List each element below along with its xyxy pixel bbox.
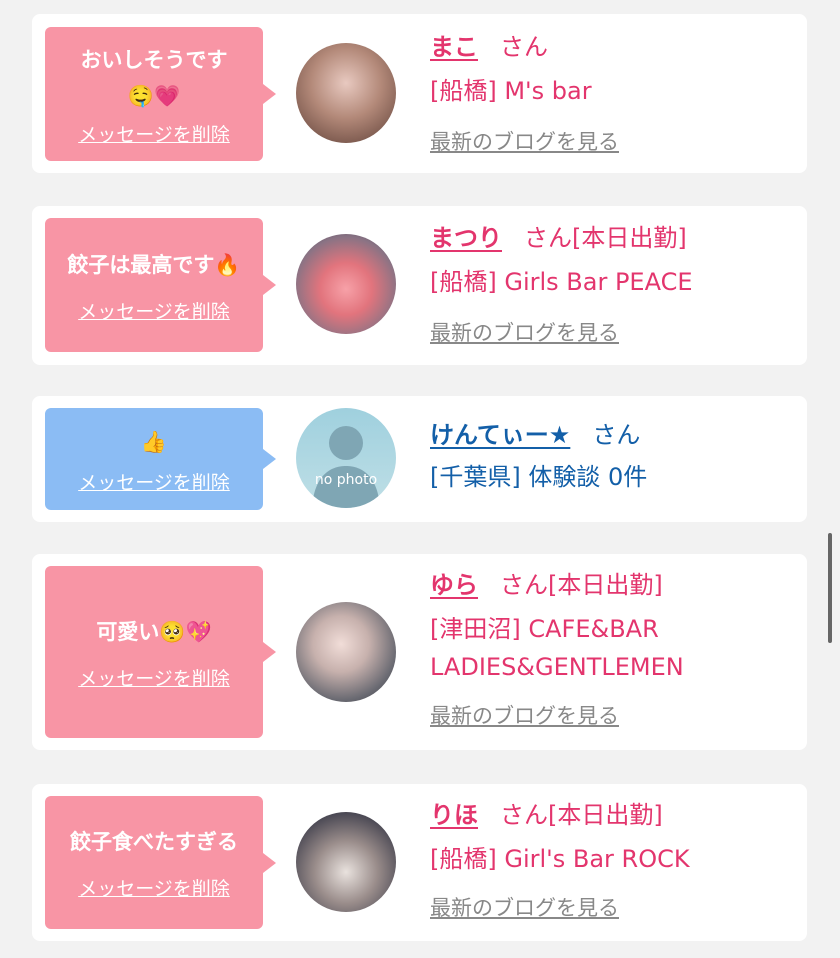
shop-label: [津田沼] CAFE&BAR LADIES&GENTLEMEN [430, 615, 684, 681]
latest-blog-link[interactable]: 最新のブログを見る [430, 700, 797, 730]
latest-blog-link[interactable]: 最新のブログを見る [430, 892, 797, 922]
avatar[interactable] [296, 43, 396, 143]
message-text: 餃子は最高です🔥 [67, 252, 241, 277]
user-name-link[interactable]: りほ [430, 801, 478, 829]
user-name-link[interactable]: けんてぃー★ [430, 421, 570, 449]
message-bubble: 可愛い🥺💖 メッセージを削除 [45, 566, 276, 738]
latest-blog-link[interactable]: 最新のブログを見る [430, 317, 797, 347]
user-info: りほ さん[本日出勤] [船橋] Girl's Bar ROCK 最新のブログを見… [430, 798, 797, 922]
message-bubble: 👍 メッセージを削除 [45, 408, 276, 510]
message-bubble: おいしそうです🤤💗 メッセージを削除 [45, 27, 276, 161]
message-card: 餃子食べたすぎる メッセージを削除 りほ さん[本日出勤] [船橋] Girl's… [32, 784, 807, 941]
delete-message-link[interactable]: メッセージを削除 [78, 874, 230, 901]
avatar[interactable] [296, 234, 396, 334]
user-name-link[interactable]: ゆら [430, 571, 478, 599]
name-suffix: さん[本日出勤] [500, 571, 663, 599]
name-suffix: さん [500, 33, 548, 61]
message-card: 餃子は最高です🔥 メッセージを削除 まつり さん[本日出勤] [船橋] Girls… [32, 206, 807, 365]
user-info: まこ さん [船橋] M's bar 最新のブログを見る [430, 30, 797, 156]
user-info: まつり さん[本日出勤] [船橋] Girls Bar PEACE 最新のブログを… [430, 221, 797, 347]
message-card: 可愛い🥺💖 メッセージを削除 ゆら さん[本日出勤] [津田沼] CAFE&BAR… [32, 554, 807, 750]
user-name-link[interactable]: まつり [430, 224, 502, 252]
message-text: 👍 [140, 429, 168, 454]
no-photo-label: no photo [314, 472, 378, 488]
shop-label: [船橋] Girls Bar PEACE [430, 268, 693, 296]
scrollbar[interactable] [828, 533, 832, 643]
name-suffix: さん [592, 421, 641, 449]
message-text: おいしそうです🤤💗 [80, 47, 228, 108]
delete-message-link[interactable]: メッセージを削除 [78, 664, 230, 691]
message-card: おいしそうです🤤💗 メッセージを削除 まこ さん [船橋] M's bar 最新の… [32, 14, 807, 173]
user-info: けんてぃー★ さん [千葉県] 体験談 0件 [430, 418, 797, 496]
avatar[interactable] [296, 602, 396, 702]
delete-message-link[interactable]: メッセージを削除 [78, 120, 230, 147]
shop-label: [千葉県] 体験談 0件 [430, 463, 648, 491]
message-text: 餃子食べたすぎる [70, 830, 238, 854]
latest-blog-link[interactable]: 最新のブログを見る [430, 126, 797, 156]
message-bubble: 餃子は最高です🔥 メッセージを削除 [45, 218, 276, 352]
avatar[interactable] [296, 812, 396, 912]
shop-label: [船橋] Girl's Bar ROCK [430, 845, 690, 873]
message-text: 可愛い🥺💖 [96, 619, 212, 644]
person-silhouette-icon [312, 426, 380, 508]
name-suffix: さん[本日出勤] [524, 224, 687, 252]
user-info: ゆら さん[本日出勤] [津田沼] CAFE&BAR LADIES&GENTLEM… [430, 568, 797, 730]
delete-message-link[interactable]: メッセージを削除 [78, 468, 230, 495]
message-bubble: 餃子食べたすぎる メッセージを削除 [45, 796, 276, 929]
shop-label: [船橋] M's bar [430, 77, 592, 105]
delete-message-link[interactable]: メッセージを削除 [78, 297, 230, 324]
user-name-link[interactable]: まこ [430, 33, 478, 61]
avatar-no-photo[interactable]: no photo [296, 408, 396, 508]
name-suffix: さん[本日出勤] [500, 801, 663, 829]
message-card: 👍 メッセージを削除 no photo けんてぃー★ さん [千葉県] 体験談 0… [32, 396, 807, 522]
